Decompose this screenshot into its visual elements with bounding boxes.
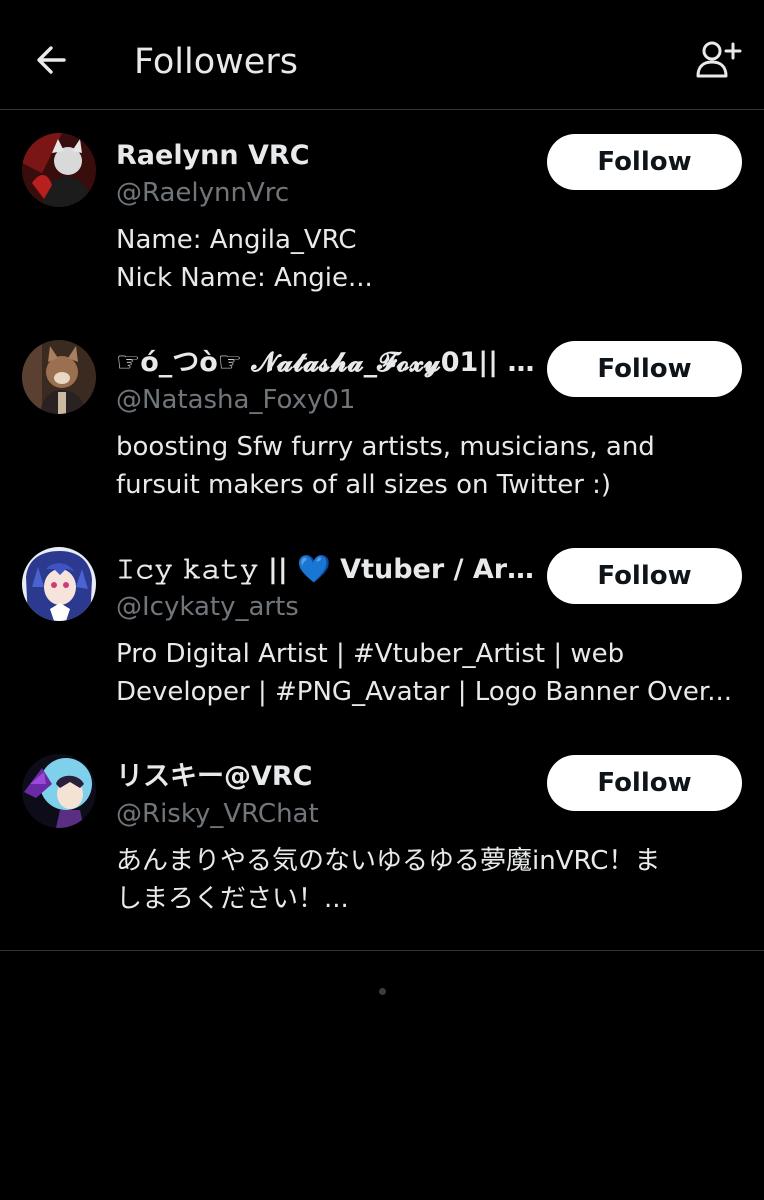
add-person-button[interactable] (694, 38, 744, 82)
avatar[interactable] (22, 754, 96, 828)
follow-button[interactable]: Follow (547, 548, 742, 604)
arrow-left-icon (37, 46, 66, 74)
follow-button[interactable]: Follow (547, 134, 742, 190)
username-handle[interactable]: @Icykaty_arts (116, 590, 299, 624)
follow-button[interactable]: Follow (547, 341, 742, 397)
bio-line: fursuit makers of all sizes on Twitter :… (116, 470, 612, 500)
bio-line: Nick Name: Angie... (116, 263, 373, 293)
avatar[interactable] (22, 133, 96, 207)
follower-row[interactable]: Raelynn VRC @RaelynnVrc Name: Angila_VRC… (0, 110, 764, 317)
back-button[interactable] (30, 38, 74, 82)
bio-line: Pro Digital Artist | #Vtuber_Artist | we… (116, 639, 625, 669)
page-title: Followers (134, 42, 298, 82)
bio-text: Pro Digital Artist | #Vtuber_Artist | we… (116, 635, 742, 711)
person-add-icon (696, 41, 742, 78)
follower-row[interactable]: 𝙸𝚌𝚢 𝚔𝚊𝚝𝚢 || 💙 Vtuber / Arti... @Icykaty_… (0, 524, 764, 731)
display-name[interactable]: リスキー@VRC (116, 759, 536, 795)
username-handle[interactable]: @Risky_VRChat (116, 797, 319, 831)
list-divider (0, 950, 764, 951)
bio-text: Name: Angila_VRC Nick Name: Angie... (116, 221, 742, 297)
username-handle[interactable]: @RaelynnVrc (116, 176, 289, 210)
bio-text: boosting Sfw furry artists, musicians, a… (116, 428, 742, 504)
loading-indicator (379, 988, 386, 995)
bio-line: Name: Angila_VRC (116, 225, 357, 255)
bio-text: あんまりやる気のないゆるゆる夢魔inVRC！ま しまろください！... (116, 842, 742, 918)
avatar[interactable] (22, 547, 96, 621)
username-handle[interactable]: @Natasha_Foxy01 (116, 383, 355, 417)
display-name[interactable]: 𝙸𝚌𝚢 𝚔𝚊𝚝𝚢 || 💙 Vtuber / Arti... (116, 552, 536, 588)
bio-line: しまろください！... (116, 884, 349, 914)
follower-row[interactable]: リスキー@VRC @Risky_VRChat あんまりやる気のないゆるゆる夢魔i… (0, 731, 764, 961)
bio-line: boosting Sfw furry artists, musicians, a… (116, 432, 655, 462)
bio-line: Developer | #PNG_Avatar | Logo Banner Ov… (116, 677, 732, 707)
top-app-bar: Followers (0, 0, 764, 110)
followers-list: Raelynn VRC @RaelynnVrc Name: Angila_VRC… (0, 110, 764, 961)
follower-row[interactable]: ☞ó_つò☞ 𝓝𝓪𝓽𝓪𝓼𝓱𝓪_𝓕𝓸𝔁𝔂01|| ℂ... @Natasha_Fo… (0, 317, 764, 524)
display-name[interactable]: Raelynn VRC (116, 138, 536, 174)
display-name[interactable]: ☞ó_つò☞ 𝓝𝓪𝓽𝓪𝓼𝓱𝓪_𝓕𝓸𝔁𝔂01|| ℂ... (116, 345, 536, 381)
avatar[interactable] (22, 340, 96, 414)
follow-button[interactable]: Follow (547, 755, 742, 811)
bio-line: あんまりやる気のないゆるゆる夢魔inVRC！ま (116, 846, 661, 876)
